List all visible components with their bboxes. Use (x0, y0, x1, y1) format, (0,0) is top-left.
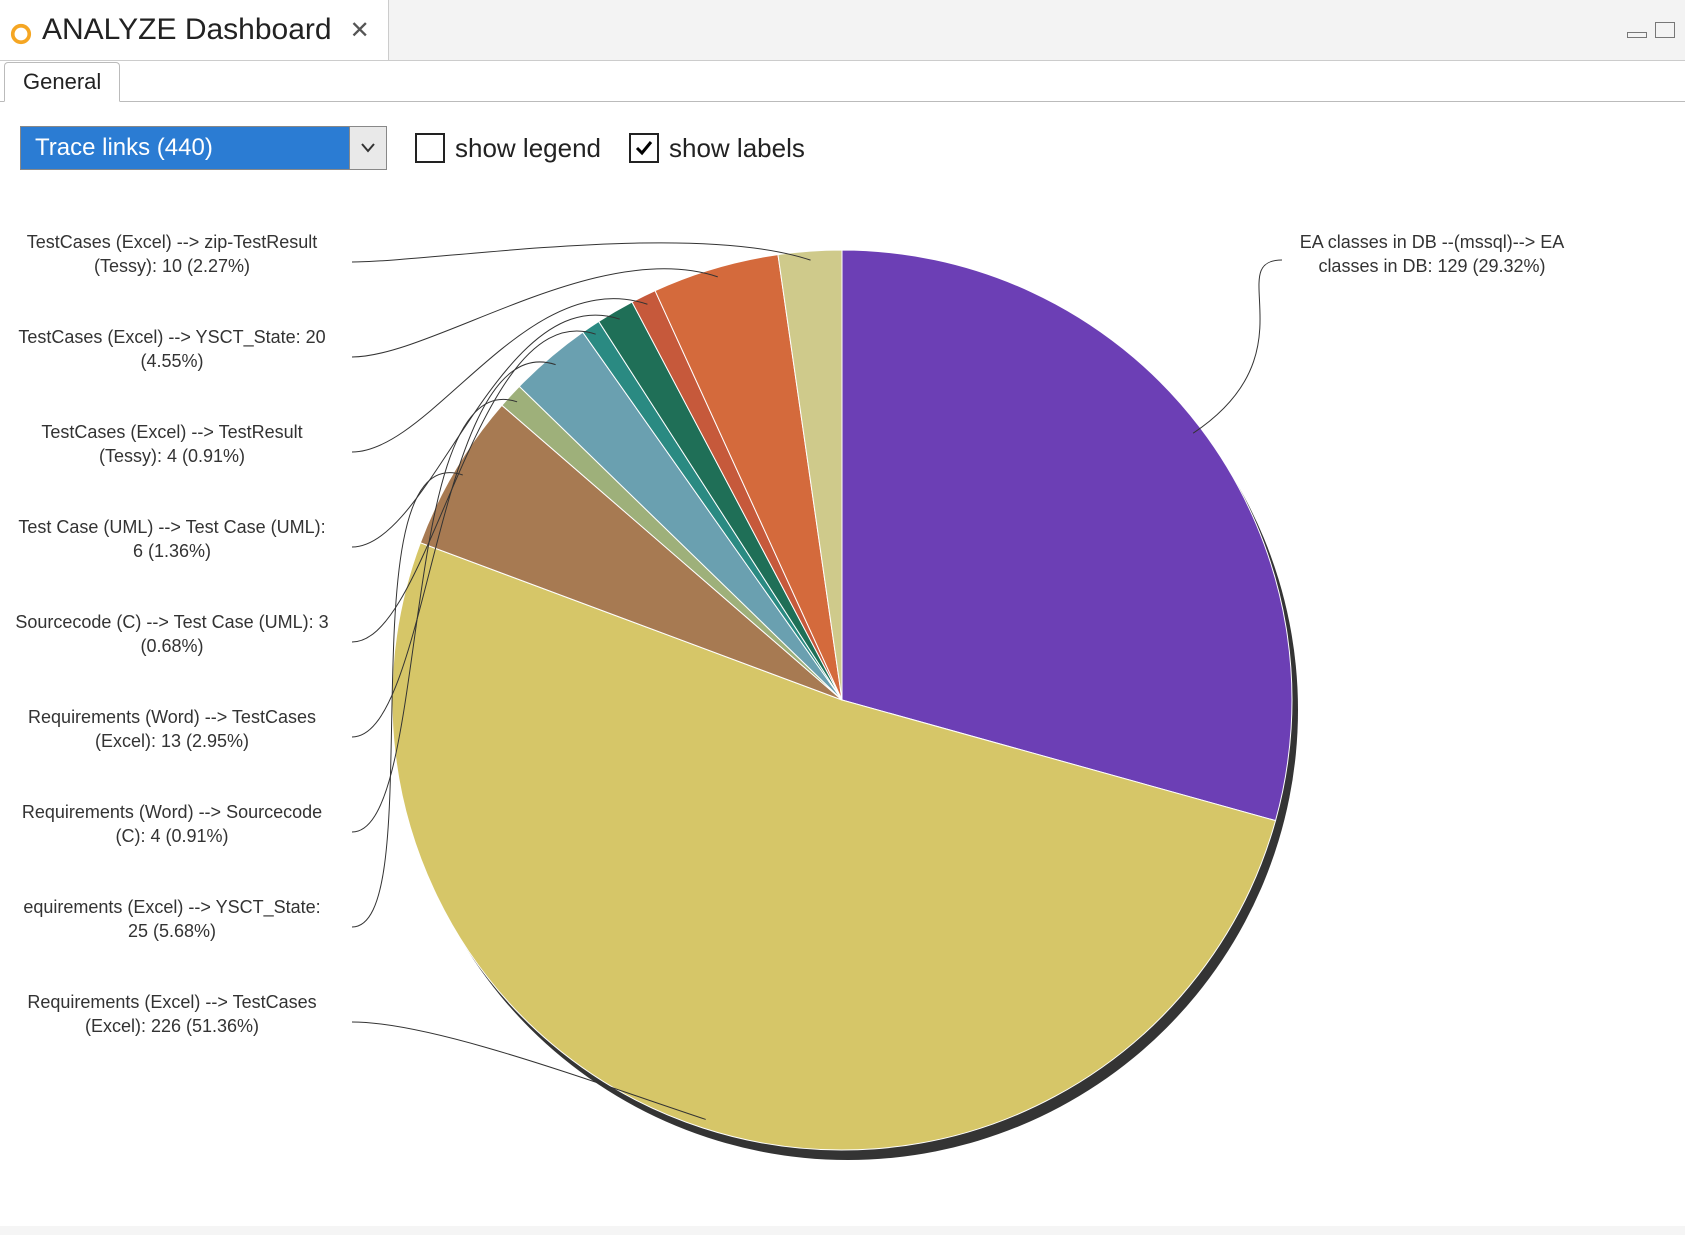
analyze-icon (10, 19, 32, 41)
slice-label: TestCases (Excel) --> zip-TestResult (Te… (12, 230, 332, 279)
dataset-combo[interactable]: Trace links (440) (20, 126, 387, 170)
leader-line (352, 243, 811, 262)
titlebar: ANALYZE Dashboard ✕ (0, 0, 1685, 61)
title-tab[interactable]: ANALYZE Dashboard ✕ (0, 0, 389, 60)
checkbox-box (629, 133, 659, 163)
tab-general-label: General (23, 69, 101, 94)
slice-label: equirements (Excel) --> YSCT_State: 25 (… (12, 895, 332, 944)
show-legend-label: show legend (455, 133, 601, 164)
show-labels-checkbox[interactable]: show labels (629, 133, 805, 164)
minimize-button[interactable] (1627, 32, 1647, 38)
close-icon[interactable]: ✕ (350, 16, 370, 45)
show-legend-checkbox[interactable]: show legend (415, 133, 601, 164)
slice-label: Test Case (UML) --> Test Case (UML): 6 (… (12, 515, 332, 564)
slice-label: TestCases (Excel) --> YSCT_State: 20 (4.… (12, 325, 332, 374)
dataset-combo-value: Trace links (440) (21, 127, 349, 169)
slice-label: Requirements (Word) --> Sourcecode (C): … (12, 800, 332, 849)
slice-label: Requirements (Excel) --> TestCases (Exce… (12, 990, 332, 1039)
controls-row: Trace links (440) show legend show label… (0, 102, 1685, 170)
chevron-down-icon[interactable] (349, 127, 386, 169)
chart-area: TestCases (Excel) --> zip-TestResult (Te… (12, 170, 1672, 1230)
leader-line (1193, 260, 1282, 433)
slice-label: Sourcecode (C) --> Test Case (UML): 3 (0… (12, 610, 332, 659)
maximize-button[interactable] (1655, 22, 1675, 38)
slice-label: Requirements (Word) --> TestCases (Excel… (12, 705, 332, 754)
tab-general[interactable]: General (4, 62, 120, 102)
window-title: ANALYZE Dashboard (42, 13, 332, 47)
slice-label: EA classes in DB --(mssql)--> EA classes… (1282, 230, 1582, 279)
slice-label: TestCases (Excel) --> TestResult (Tessy)… (12, 420, 332, 469)
tabstrip: General (0, 61, 1685, 102)
window-buttons (1627, 22, 1685, 60)
app-window: ANALYZE Dashboard ✕ General Trace links … (0, 0, 1685, 1226)
checkbox-box (415, 133, 445, 163)
show-labels-label: show labels (669, 133, 805, 164)
